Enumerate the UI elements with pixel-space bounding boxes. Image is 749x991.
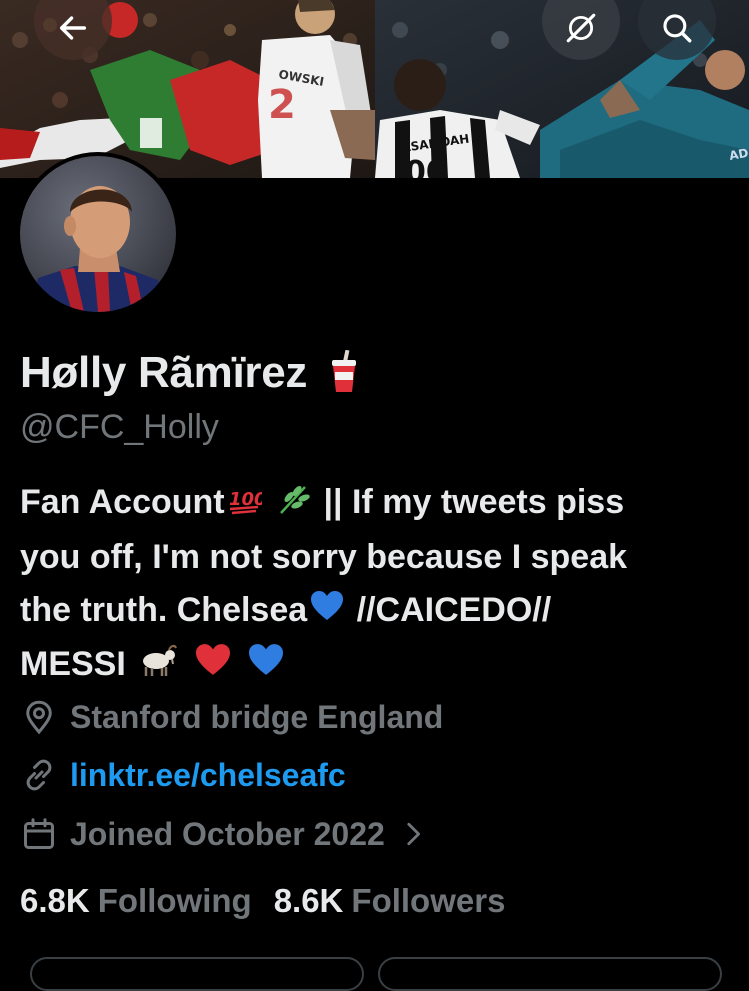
profile-action-button[interactable]: [378, 957, 722, 991]
location-text: Stanford bridge England: [70, 698, 444, 735]
location-pin-icon: [20, 698, 58, 736]
hundred-points-emoji: 100: [228, 478, 266, 531]
followers-count: 8.6K: [273, 882, 344, 919]
website-link[interactable]: linktr.ee/chelseafc: [70, 757, 346, 794]
website-row: linktr.ee/chelseafc: [20, 756, 346, 794]
profile-action-button[interactable]: [30, 957, 364, 991]
red-heart-emoji: [194, 640, 232, 693]
grok-icon: [566, 13, 596, 43]
joined-row[interactable]: Joined October 2022: [20, 815, 423, 853]
profile-banner[interactable]: OWSKI 2 ASAMOAH 00 AD: [0, 0, 749, 178]
chevron-right-icon: [403, 820, 423, 848]
avatar[interactable]: [16, 152, 180, 316]
bio-text: the truth. Chelsea: [20, 590, 308, 629]
followers-label: Followers: [351, 882, 506, 919]
follow-stats: 6.8K Following 8.6K Followers: [20, 882, 527, 920]
following-label: Following: [97, 882, 252, 919]
joined-text: Joined October 2022: [70, 815, 385, 852]
display-name: Høllу Rãmïrez: [20, 347, 308, 397]
banner-image: OWSKI 2 ASAMOAH 00 AD: [0, 0, 749, 178]
goat-emoji: [138, 640, 178, 693]
name-row: Høllу Rãmïrez: [20, 346, 359, 399]
arrow-left-icon: [59, 16, 87, 40]
herb-emoji: [277, 478, 311, 531]
blue-heart-emoji: [247, 640, 285, 693]
avatar-image: [20, 156, 176, 312]
handle: @CFC_Holly: [20, 408, 219, 446]
bio-text: MESSI: [20, 645, 126, 684]
followers-stat[interactable]: 8.6K Followers: [274, 882, 506, 920]
following-stat[interactable]: 6.8K Following: [20, 882, 252, 920]
cup-with-straw-emoji: [329, 349, 359, 399]
svg-text:00: 00: [405, 155, 447, 178]
bio-text: you off, I'm not sorry because I speak: [20, 537, 628, 576]
link-icon: [20, 756, 58, 794]
search-icon: [663, 14, 692, 43]
calendar-icon: [20, 815, 58, 853]
bio-text: //CAICEDO//: [356, 590, 552, 629]
bio-text: || If my tweets piss: [323, 483, 625, 521]
bio-text: Fan Account: [20, 483, 225, 521]
following-count: 6.8K: [20, 882, 90, 919]
bio: Fan Account100 || If my tweets piss you …: [20, 476, 740, 693]
location-row: Stanford bridge England: [20, 698, 443, 736]
svg-text:2: 2: [268, 82, 296, 128]
blue-heart-emoji: [310, 585, 344, 638]
